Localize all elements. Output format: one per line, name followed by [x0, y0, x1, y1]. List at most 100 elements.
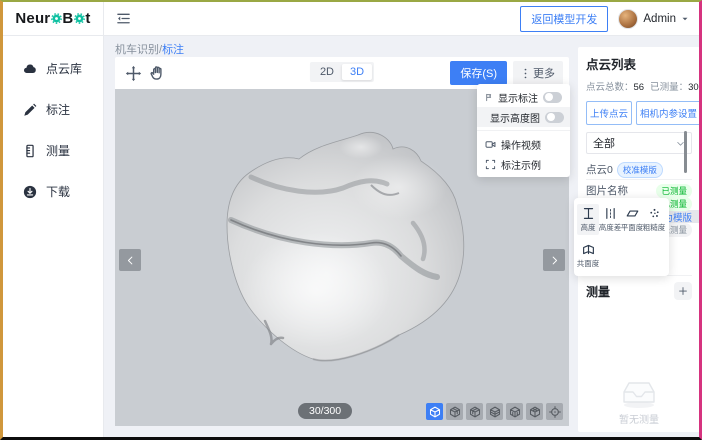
view-cube-back-button[interactable] — [466, 403, 483, 420]
height-icon — [582, 207, 595, 220]
menu-item-label: 显示高度图 — [490, 110, 540, 125]
reset-focus-button[interactable] — [546, 403, 563, 420]
menu-item-show-annotation[interactable]: 显示标注 — [477, 87, 570, 107]
dimension-toggle: 2D 3D — [310, 62, 374, 82]
measure-tools-popup: 高度 高度差 平面度 粗糙度 共面度 — [574, 198, 669, 276]
view-cube-right-button[interactable] — [506, 403, 523, 420]
show-heightmap-toggle[interactable] — [545, 112, 564, 123]
camera-intrinsics-button[interactable]: 相机内参设置 — [636, 101, 701, 125]
mode-3d-button[interactable]: 3D — [342, 64, 372, 80]
collapse-sidebar-icon[interactable] — [112, 8, 134, 30]
pointcloud-name: 点云0 — [586, 162, 613, 177]
header-actions: 返回模型开发 Admin — [520, 6, 699, 32]
tool-height[interactable]: 高度 — [577, 204, 599, 235]
tool-coplanarity[interactable]: 共面度 — [577, 240, 599, 271]
total-label: 点云总数： — [586, 82, 634, 93]
sidebar-item-label: 点云库 — [46, 60, 82, 77]
tool-roughness[interactable]: 粗糙度 — [643, 204, 665, 235]
view-cube-left-button[interactable] — [486, 403, 503, 420]
empty-state-text: 暂无测量 — [619, 411, 659, 426]
flag-icon — [485, 92, 493, 103]
menu-divider — [477, 130, 570, 131]
empty-state: 暂无测量 — [578, 375, 700, 426]
coplanarity-icon — [582, 243, 595, 256]
flatness-icon — [626, 207, 639, 220]
pen-icon — [23, 103, 37, 117]
logo-part: t — [85, 10, 90, 27]
empty-tray-icon — [617, 375, 661, 409]
calibration-template-tag: 校准模版 — [617, 162, 663, 178]
logo: Neur B t — [3, 2, 104, 35]
crosshair-icon — [549, 406, 561, 418]
tool-height-diff[interactable]: 高度差 — [599, 204, 621, 235]
list-scrollbar[interactable] — [684, 131, 687, 173]
menu-item-show-heightmap[interactable]: 显示高度图 — [477, 107, 570, 127]
more-button[interactable]: 更多 — [513, 61, 563, 85]
height-diff-icon — [604, 207, 617, 220]
menu-item-label: 标注示例 — [501, 157, 562, 172]
app-header: Neur B t 返回模型开发 — [3, 2, 699, 36]
breadcrumb: 机车识别/标注 — [115, 41, 184, 57]
sidebar-item-label: 测量 — [46, 142, 70, 159]
total-value: 56 — [634, 82, 645, 93]
chevron-right-icon — [549, 255, 560, 266]
tool-label: 粗糙度 — [643, 222, 666, 233]
download-icon — [23, 185, 37, 199]
measure-title: 测量 — [586, 283, 610, 300]
back-to-model-dev-button[interactable]: 返回模型开发 — [520, 6, 608, 32]
pointcloud-group-row[interactable]: 点云0 校准模版 — [586, 160, 692, 180]
frame-icon — [485, 159, 496, 170]
tool-label: 平面度 — [621, 222, 644, 233]
measure-section-header: 测量 — [586, 275, 692, 300]
measured-label: 已测量： — [650, 82, 688, 93]
gear-icon — [74, 13, 85, 24]
chevron-down-icon — [681, 15, 689, 23]
menu-item-annotation-example[interactable]: 标注示例 — [477, 154, 570, 174]
sidebar-item-measure[interactable]: 测量 — [3, 130, 103, 171]
chevron-left-icon — [125, 255, 136, 266]
view-cube-iso-button[interactable] — [426, 403, 443, 420]
app-window: Neur B t 返回模型开发 — [0, 0, 702, 440]
upload-pointcloud-button[interactable]: 上传点云 — [586, 101, 632, 125]
tool-label: 高度 — [581, 222, 596, 233]
tool-flatness[interactable]: 平面度 — [621, 204, 643, 235]
save-button[interactable]: 保存(S) — [450, 61, 507, 85]
tooth-3d-model — [221, 125, 473, 375]
logo-part: Neur — [15, 10, 50, 27]
next-image-button[interactable] — [543, 249, 565, 271]
menu-item-label: 显示标注 — [498, 90, 538, 105]
panel-buttons: 上传点云 相机内参设置 — [586, 101, 692, 125]
plus-icon — [678, 286, 688, 296]
view-cube-top-button[interactable] — [526, 403, 543, 420]
menu-item-operation-video[interactable]: 操作视频 — [477, 134, 570, 154]
sidebar: 点云库 标注 测量 下载 — [3, 36, 104, 437]
menu-item-label: 操作视频 — [501, 137, 562, 152]
cloud-icon — [23, 62, 37, 76]
sidebar-item-download[interactable]: 下载 — [3, 171, 103, 212]
pan-hand-icon[interactable] — [145, 61, 169, 85]
show-annotation-toggle[interactable] — [543, 92, 562, 103]
mode-2d-button[interactable]: 2D — [312, 64, 342, 80]
tool-label: 高度差 — [599, 222, 622, 233]
prev-image-button[interactable] — [119, 249, 141, 271]
filter-selected-value: 全部 — [593, 135, 615, 151]
view-cube-front-button[interactable] — [446, 403, 463, 420]
pointcloud-stats: 点云总数：56 已测量：30 — [586, 79, 692, 93]
user-name: Admin — [643, 13, 676, 25]
sidebar-item-pointcloud-library[interactable]: 点云库 — [3, 48, 103, 89]
panel-title: 点云列表 — [586, 54, 692, 73]
breadcrumb-parent[interactable]: 机车识别 — [115, 44, 159, 56]
image-pager-badge: 30/300 — [298, 403, 352, 419]
user-menu[interactable]: Admin — [618, 9, 689, 29]
toolbar-actions: 保存(S) 更多 — [450, 61, 563, 85]
sidebar-item-annotation[interactable]: 标注 — [3, 89, 103, 130]
measured-value: 30 — [688, 82, 699, 93]
video-icon — [485, 139, 496, 150]
sidebar-item-label: 下载 — [46, 183, 70, 200]
add-measure-button[interactable] — [674, 282, 692, 300]
tool-label: 共面度 — [577, 258, 600, 269]
avatar — [618, 9, 638, 29]
move-tool-icon[interactable] — [121, 61, 145, 85]
breadcrumb-current: 标注 — [162, 44, 184, 56]
filter-select[interactable]: 全部 — [586, 132, 692, 154]
